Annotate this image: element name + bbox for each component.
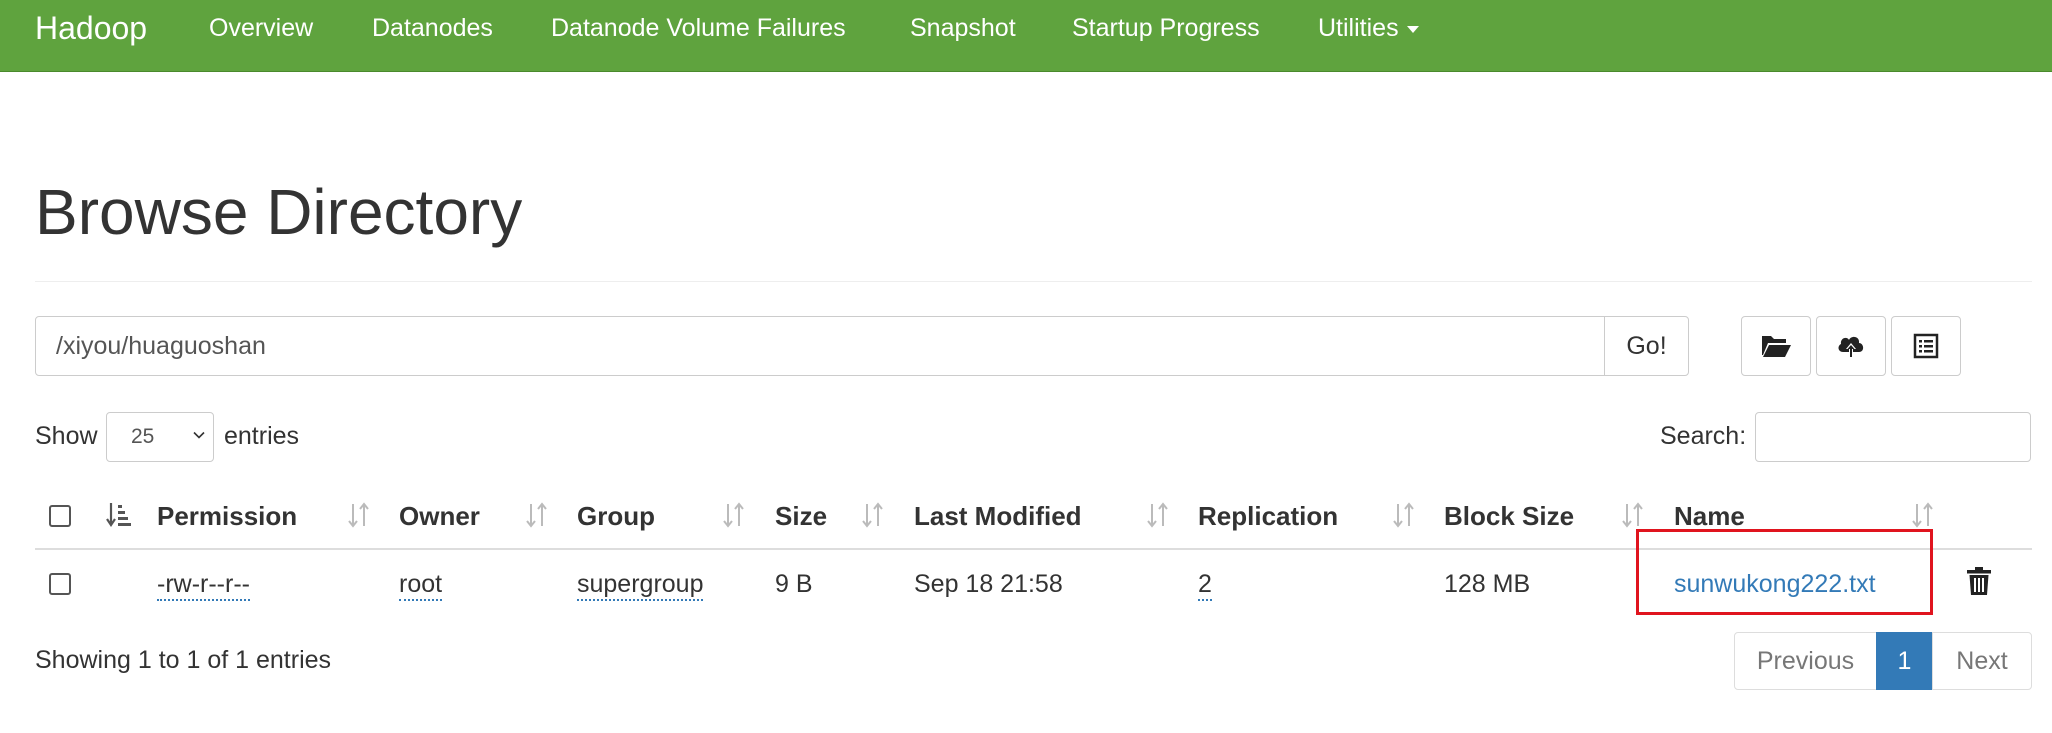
search-input[interactable] [1755,412,2031,462]
create-directory-button[interactable] [1741,316,1811,376]
nav-snapshot[interactable]: Snapshot [910,0,1016,57]
cell-owner[interactable]: root [399,564,443,604]
caret-down-icon [1406,25,1419,33]
column-header-permission[interactable]: Permission [157,496,297,536]
upload-files-button[interactable] [1816,316,1886,376]
replication-value: 2 [1198,569,1212,601]
entries-per-page-value: 25 [131,425,155,448]
cloud-upload-icon [1838,336,1864,357]
chevron-down-icon [193,431,205,439]
search-label: Search: [1660,422,1747,450]
nav-datanode-volume-failures[interactable]: Datanode Volume Failures [551,0,846,57]
cell-block-size: 128 MB [1444,570,1531,598]
column-header-size[interactable]: Size [775,496,827,536]
column-header-last-modified[interactable]: Last Modified [914,496,1082,536]
pagination-previous[interactable]: Previous [1734,632,1877,690]
column-header-replication[interactable]: Replication [1198,496,1338,536]
sort-both-icon[interactable] [522,500,552,530]
sort-both-icon[interactable] [344,500,374,530]
list-icon [1913,333,1939,359]
folder-open-icon [1762,336,1791,357]
group-value: supergroup [577,569,704,601]
cell-last-modified: Sep 18 21:58 [914,570,1063,598]
nav-datanodes[interactable]: Datanodes [372,0,493,57]
column-header-block-size[interactable]: Block Size [1444,496,1574,536]
sort-both-icon[interactable] [1389,500,1419,530]
column-header-group[interactable]: Group [577,496,655,536]
show-label: Show [35,422,98,450]
brand-logo[interactable]: Hadoop [35,0,147,57]
sort-both-icon[interactable] [1908,500,1938,530]
sort-both-icon[interactable] [858,500,888,530]
highlight-annotation-box [1636,529,1933,615]
sort-ascending-icon[interactable] [104,500,134,530]
owner-value: root [399,569,443,601]
row-select-checkbox[interactable] [49,573,71,595]
pagination-next[interactable]: Next [1932,632,2032,690]
top-navbar: Hadoop Overview Datanodes Datanode Volum… [0,0,2052,72]
sort-both-icon[interactable] [1143,500,1173,530]
sort-both-icon[interactable] [1618,500,1648,530]
table-info: Showing 1 to 1 of 1 entries [35,646,332,674]
header-divider [35,281,2032,282]
cell-replication[interactable]: 2 [1198,564,1212,604]
nav-utilities-dropdown[interactable]: Utilities [1318,0,1419,57]
cell-permission[interactable]: -rw-r--r-- [157,564,250,604]
entries-label: entries [224,422,300,450]
permission-value: -rw-r--r-- [157,569,250,601]
cut-paste-button[interactable] [1891,316,1961,376]
nav-overview[interactable]: Overview [209,0,313,57]
entries-per-page-select[interactable]: 25 [106,412,214,462]
nav-utilities-label: Utilities [1318,14,1399,42]
trash-icon[interactable] [1966,566,1992,596]
page-title: Browse Directory [35,176,523,248]
go-button[interactable]: Go! [1604,316,1689,376]
column-header-owner[interactable]: Owner [399,496,480,536]
nav-startup-progress[interactable]: Startup Progress [1072,0,1260,57]
sort-both-icon[interactable] [719,500,749,530]
pagination-page-1[interactable]: 1 [1876,632,1933,690]
cell-group[interactable]: supergroup [577,564,704,604]
directory-path-input[interactable]: /xiyou/huaguoshan [35,316,1605,376]
select-all-checkbox[interactable] [49,505,71,527]
cell-size: 9 B [775,570,813,598]
